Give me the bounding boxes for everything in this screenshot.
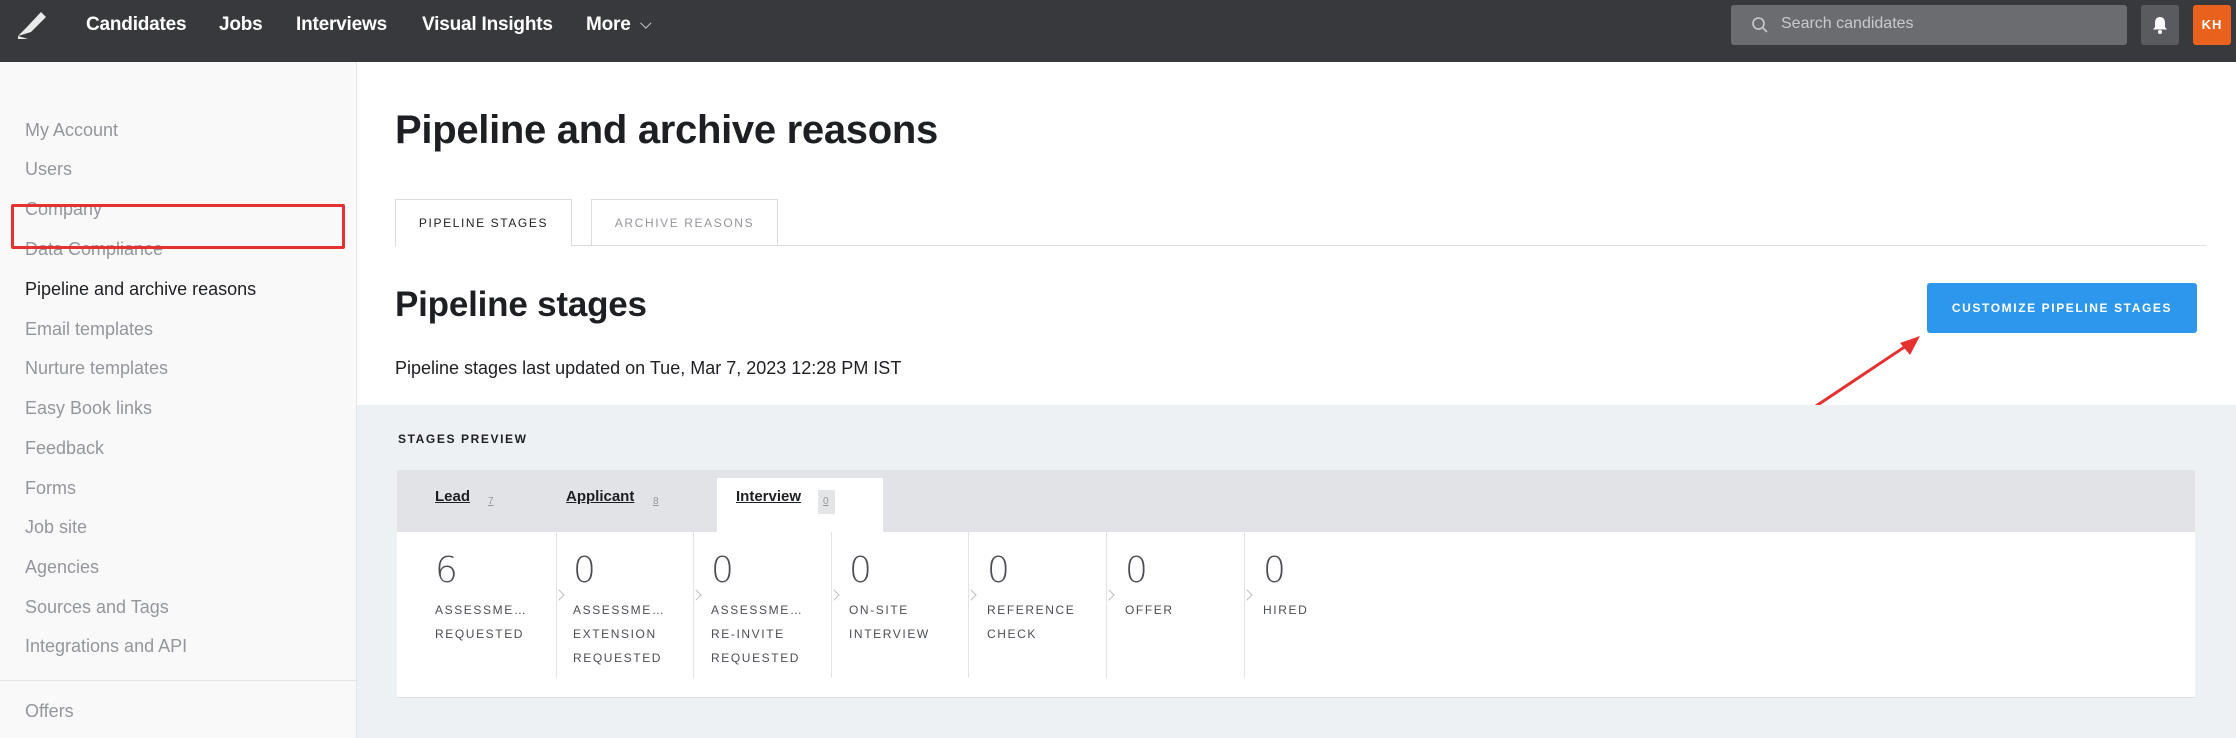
stage-divider <box>1106 532 1107 678</box>
customize-pipeline-stages-button[interactable]: CUSTOMIZE PIPELINE STAGES <box>1927 283 2197 333</box>
tab-pipeline-stages[interactable]: PIPELINE STAGES <box>395 199 572 247</box>
preview-tab-lead[interactable]: Lead <box>435 488 470 505</box>
preview-tab-active-bg <box>717 478 883 532</box>
last-updated-text: Pipeline stages last updated on Tue, Mar… <box>395 358 902 378</box>
logo-icon[interactable] <box>14 6 50 42</box>
nav-visual-insights[interactable]: Visual Insights <box>422 14 553 40</box>
stage-count: 0 <box>1125 550 1148 591</box>
nav-interviews[interactable]: Interviews <box>296 14 387 40</box>
stage-label: REFERENCE CHECK <box>987 598 1075 646</box>
preview-tab-applicant-count: 8 <box>653 496 659 507</box>
page-title: Pipeline and archive reasons <box>395 108 938 152</box>
nav-jobs[interactable]: Jobs <box>219 14 263 40</box>
stage-label: ASSESSME… EXTENSION REQUESTED <box>573 598 665 670</box>
stage-count: 0 <box>849 550 872 591</box>
top-navbar: Candidates Jobs Interviews Visual Insigh… <box>0 0 2236 62</box>
search-icon <box>1752 17 1768 33</box>
preview-tab-lead-count: 7 <box>488 496 494 507</box>
sidebar-item-offers[interactable]: Offers <box>25 701 74 722</box>
sidebar-item-agencies[interactable]: Agencies <box>25 557 99 578</box>
notifications-button[interactable] <box>2141 5 2179 45</box>
stage-label-line: RE-INVITE <box>711 627 785 641</box>
search-placeholder: Search candidates <box>1781 15 1914 32</box>
tabs-underline <box>572 245 2206 246</box>
stage-label: ASSESSME… REQUESTED <box>435 598 527 646</box>
stage-divider <box>693 532 694 678</box>
section-title: Pipeline stages <box>395 285 647 324</box>
stage-label-line: REFERENCE <box>987 603 1076 617</box>
stage-label: OFFER <box>1125 598 1174 622</box>
sidebar-item-job-site[interactable]: Job site <box>25 517 87 538</box>
stage-label-line: ASSESSME… <box>435 603 528 617</box>
stage-divider <box>968 532 969 678</box>
stage-label-line: ASSESSME… <box>573 603 666 617</box>
stage-label-line: OFFER <box>1125 603 1174 617</box>
sidebar-item-pipeline-and-archive-reasons[interactable]: Pipeline and archive reasons <box>25 279 256 300</box>
sidebar-item-users[interactable]: Users <box>25 159 72 180</box>
stage-divider <box>831 532 832 678</box>
nav-more[interactable]: More <box>586 14 652 40</box>
stage-count: 6 <box>435 550 458 591</box>
stage-count: 0 <box>573 550 596 591</box>
sidebar-item-integrations-and-api[interactable]: Integrations and API <box>25 636 187 657</box>
preview-tab-interview[interactable]: Interview <box>736 488 801 505</box>
sidebar-item-feedback[interactable]: Feedback <box>25 438 104 459</box>
stages-preview-label: STAGES PREVIEW <box>398 432 528 446</box>
sidebar-item-nurture-templates[interactable]: Nurture templates <box>25 358 168 379</box>
stage-label: ON-SITE INTERVIEW <box>849 598 930 646</box>
nav-more-label: More <box>586 14 631 35</box>
stage-count: 0 <box>1263 550 1286 591</box>
stage-label-line: CHECK <box>987 627 1038 641</box>
stage-label-line: REQUESTED <box>711 651 801 665</box>
avatar[interactable]: KH <box>2193 5 2231 45</box>
sidebar-divider <box>0 680 356 681</box>
stage-label-line: HIRED <box>1263 603 1309 617</box>
stage-count: 0 <box>987 550 1010 591</box>
sidebar-item-forms[interactable]: Forms <box>25 478 76 499</box>
stage-label-line: REQUESTED <box>573 651 663 665</box>
preview-tab-interview-count: 0 <box>823 496 829 507</box>
stage-label: ASSESSME… RE-INVITE REQUESTED <box>711 598 803 670</box>
sidebar-item-sources-and-tags[interactable]: Sources and Tags <box>25 597 169 618</box>
stage-divider <box>556 532 557 678</box>
stage-label: HIRED <box>1263 598 1308 622</box>
stage-count: 0 <box>711 550 734 591</box>
stage-label-line: INTERVIEW <box>849 627 930 641</box>
sidebar-active-highlight <box>11 204 345 249</box>
stage-label-line: ASSESSME… <box>711 603 804 617</box>
preview-tab-applicant[interactable]: Applicant <box>566 488 634 505</box>
chevron-down-icon <box>639 17 652 29</box>
stage-label-line: EXTENSION <box>573 627 657 641</box>
stage-label-line: REQUESTED <box>435 627 525 641</box>
tab-archive-reasons[interactable]: ARCHIVE REASONS <box>591 199 778 246</box>
sidebar-item-my-account[interactable]: My Account <box>25 120 118 141</box>
bell-icon <box>2153 17 2167 34</box>
sidebar-item-easy-book-links[interactable]: Easy Book links <box>25 398 152 419</box>
stage-divider <box>1244 532 1245 678</box>
sidebar-item-email-templates[interactable]: Email templates <box>25 319 153 340</box>
stage-label-line: ON-SITE <box>849 603 909 617</box>
preview-stage-tabs <box>397 470 2195 532</box>
nav-candidates[interactable]: Candidates <box>86 14 187 40</box>
search-input[interactable]: Search candidates <box>1731 5 2127 45</box>
